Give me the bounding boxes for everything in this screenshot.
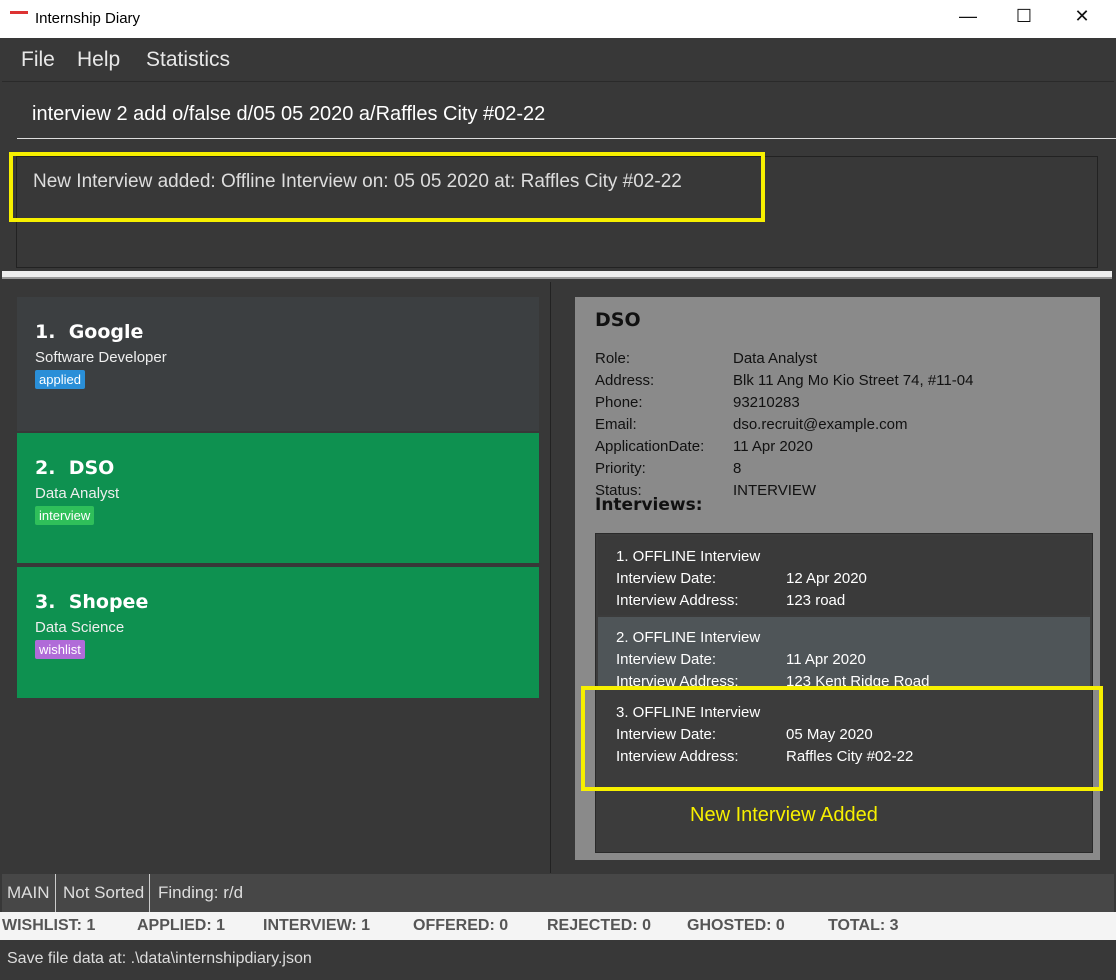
command-box: interview 2 add o/false d/05 05 2020 a/R… bbox=[2, 83, 1116, 153]
stat-total: TOTAL: 3 bbox=[828, 917, 899, 934]
splitter[interactable] bbox=[2, 271, 1112, 279]
status-view: MAIN bbox=[2, 874, 56, 912]
menu-bar: File Help Statistics bbox=[2, 38, 1114, 82]
list-item[interactable]: 1. Google Software Developer applied bbox=[17, 297, 539, 431]
interview-item[interactable]: 1. OFFLINE Interview Interview Date: 12 A… bbox=[598, 536, 1090, 615]
stat-interview: INTERVIEW: 1 bbox=[263, 917, 370, 934]
menu-statistics[interactable]: Statistics bbox=[146, 48, 230, 72]
status-find: Finding: r/d bbox=[158, 883, 244, 902]
detail-field: Email: dso.recruit@example.com bbox=[595, 416, 908, 433]
status-bar: MAIN Not Sorted Finding: r/d bbox=[2, 874, 1114, 912]
footer-bar: Save file data at: .\data\internshipdiar… bbox=[2, 940, 1114, 978]
item-company: DSO bbox=[68, 457, 115, 479]
status-sort: Not Sorted bbox=[58, 874, 151, 912]
stat-wishlist: WISHLIST: 1 bbox=[2, 917, 96, 934]
stat-ghosted: GHOSTED: 0 bbox=[687, 917, 785, 934]
detail-field: Role: Data Analyst bbox=[595, 350, 818, 367]
item-index: 1. bbox=[35, 321, 56, 343]
stat-offered: OFFERED: 0 bbox=[413, 917, 509, 934]
interviews-heading: Interviews: bbox=[595, 495, 703, 515]
status-badge: applied bbox=[35, 370, 85, 389]
item-index: 2. bbox=[35, 457, 56, 479]
item-company: Google bbox=[68, 321, 144, 343]
stat-rejected: REJECTED: 0 bbox=[547, 917, 652, 934]
highlight-box-interview bbox=[581, 686, 1103, 791]
item-company: Shopee bbox=[68, 591, 149, 613]
title-bar: Internship Diary — ☐ ✕ bbox=[0, 0, 1116, 38]
detail-field: Address: Blk 11 Ang Mo Kio Street 74, #11… bbox=[595, 372, 974, 389]
menu-help[interactable]: Help bbox=[77, 48, 120, 72]
save-path: Save file data at: .\data\internshipdiar… bbox=[7, 950, 312, 967]
minimize-button[interactable]: — bbox=[948, 6, 988, 32]
detail-company: DSO bbox=[595, 309, 641, 331]
item-index: 3. bbox=[35, 591, 56, 613]
command-input[interactable]: interview 2 add o/false d/05 05 2020 a/R… bbox=[32, 103, 545, 126]
highlight-box-result bbox=[9, 152, 765, 222]
status-badge: interview bbox=[35, 506, 95, 525]
item-role: Data Analyst bbox=[35, 485, 120, 502]
stat-applied: APPLIED: 1 bbox=[137, 917, 226, 934]
item-role: Software Developer bbox=[35, 349, 167, 366]
annotation-label: New Interview Added bbox=[690, 804, 878, 826]
app-logo-icon bbox=[10, 11, 28, 25]
statistics-bar: WISHLIST: 1 APPLIED: 1 INTERVIEW: 1 OFFE… bbox=[0, 912, 1116, 940]
detail-field: ApplicationDate: 11 Apr 2020 bbox=[595, 438, 813, 455]
list-item[interactable]: 2. DSO Data Analyst interview bbox=[17, 433, 539, 563]
input-underline bbox=[17, 138, 1116, 139]
close-button[interactable]: ✕ bbox=[1062, 6, 1102, 32]
detail-field: Phone: 93210283 bbox=[595, 394, 800, 411]
interview-item[interactable]: 2. OFFLINE Interview Interview Date: 11 A… bbox=[598, 617, 1090, 690]
list-item[interactable]: 3. Shopee Data Science wishlist bbox=[17, 567, 539, 698]
window-title: Internship Diary bbox=[35, 10, 141, 27]
maximize-button[interactable]: ☐ bbox=[1004, 6, 1044, 32]
internship-list: 1. Google Software Developer applied 2. … bbox=[2, 282, 551, 873]
item-role: Data Science bbox=[35, 619, 125, 636]
menu-file[interactable]: File bbox=[21, 48, 55, 72]
detail-field: Priority: 8 bbox=[595, 460, 742, 477]
status-badge: wishlist bbox=[35, 640, 85, 659]
